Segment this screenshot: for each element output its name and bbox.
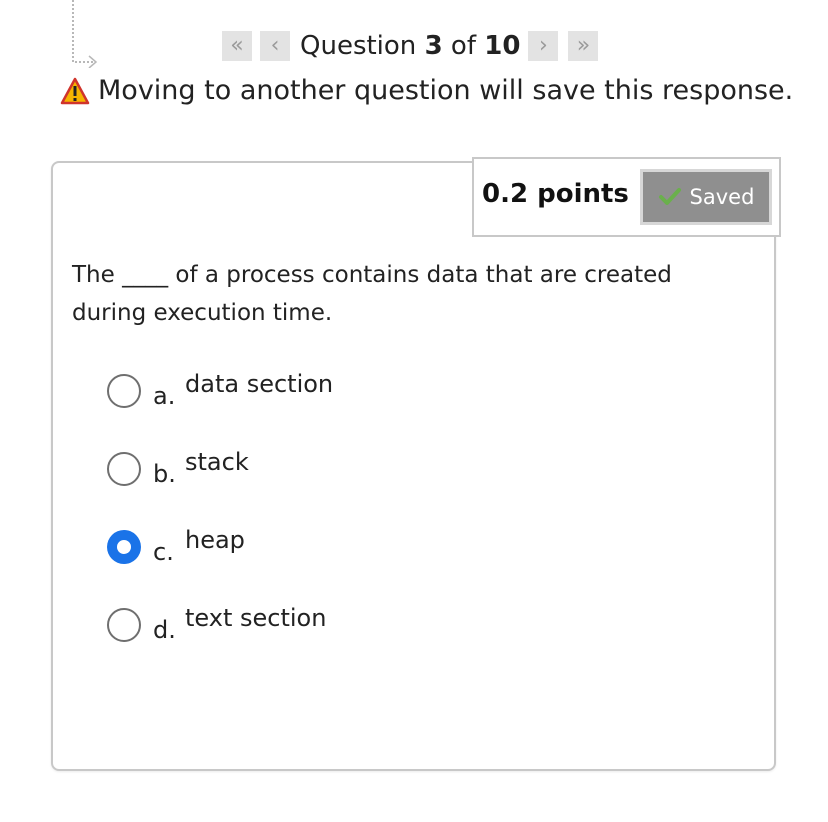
radio-button[interactable] bbox=[107, 374, 141, 408]
saved-status-badge: Saved bbox=[640, 169, 772, 225]
question-navigation: « ‹ Question 3 of 10 › » bbox=[222, 30, 599, 62]
double-chevron-right-icon: » bbox=[576, 33, 591, 58]
option-text: heap bbox=[185, 526, 245, 554]
radio-button[interactable] bbox=[107, 608, 141, 642]
option-b[interactable]: b. stack bbox=[107, 448, 249, 488]
connector-arrow-icon bbox=[72, 0, 98, 68]
previous-question-button[interactable]: ‹ bbox=[260, 31, 290, 61]
checkmark-icon bbox=[658, 188, 681, 205]
radio-button[interactable] bbox=[107, 452, 141, 486]
points-box: 0.2 points Saved bbox=[472, 157, 781, 237]
saved-label: Saved bbox=[689, 185, 755, 209]
option-letter: d. bbox=[153, 616, 176, 644]
next-question-button[interactable]: › bbox=[528, 31, 559, 61]
chevron-right-icon: › bbox=[539, 33, 548, 58]
option-c[interactable]: c. heap bbox=[107, 526, 245, 566]
option-letter: a. bbox=[153, 382, 176, 410]
double-chevron-left-icon: « bbox=[230, 33, 244, 58]
option-text: stack bbox=[185, 448, 249, 476]
last-question-button[interactable]: » bbox=[568, 31, 599, 61]
radio-button-selected[interactable] bbox=[107, 530, 141, 564]
warning-text: Moving to another question will save thi… bbox=[98, 75, 794, 106]
option-text: data section bbox=[185, 370, 334, 398]
option-text: text section bbox=[185, 604, 327, 632]
points-label: 0.2 points bbox=[482, 179, 629, 209]
save-warning: Moving to another question will save thi… bbox=[60, 75, 793, 106]
option-d[interactable]: d. text section bbox=[107, 604, 326, 644]
first-question-button[interactable]: « bbox=[222, 31, 252, 61]
question-text: The ____ of a process contains data that… bbox=[72, 262, 672, 326]
chevron-left-icon: ‹ bbox=[270, 33, 280, 58]
warning-icon bbox=[60, 77, 90, 104]
option-a[interactable]: a. data section bbox=[107, 370, 333, 410]
question-counter: Question 3 of 10 bbox=[300, 31, 521, 61]
option-letter: b. bbox=[153, 460, 176, 488]
option-letter: c. bbox=[153, 538, 174, 566]
